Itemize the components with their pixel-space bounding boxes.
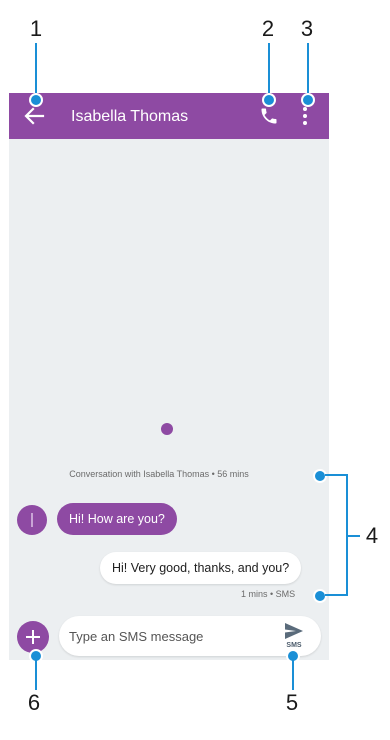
- callout-dot-4a: [313, 469, 327, 483]
- contact-name: Isabella Thomas: [71, 108, 189, 125]
- outgoing-message[interactable]: Hi! Very good, thanks, and you?: [100, 552, 302, 584]
- callout-line-3: [307, 43, 309, 99]
- callout-number-4: 4: [365, 523, 379, 548]
- send-button[interactable]: SMS: [281, 622, 307, 650]
- callout-line-6: [35, 660, 37, 690]
- message-input[interactable]: [69, 616, 259, 656]
- callout-dot-4b: [313, 589, 327, 603]
- plus-icon-stroke: [32, 630, 34, 644]
- phone-icon[interactable]: [259, 106, 279, 126]
- attach-button[interactable]: [17, 621, 49, 653]
- messaging-screen: Isabella Thomas Conversation with Isabel…: [9, 93, 329, 660]
- app-bar: Isabella Thomas: [9, 93, 329, 139]
- callout-number-1: 1: [29, 16, 43, 41]
- conversation-indicator: [161, 423, 173, 435]
- callout-dot-2: [262, 93, 276, 107]
- callout-dot-3: [301, 93, 315, 107]
- callout-number-2: 2: [261, 16, 275, 41]
- callout-line-2: [268, 43, 270, 99]
- composer: SMS: [59, 616, 321, 656]
- message-status: 1 mins • SMS: [241, 589, 296, 599]
- send-icon: [285, 623, 303, 639]
- send-sms-label: SMS: [286, 642, 302, 649]
- conversation-info: Conversation with Isabella Thomas • 56 m…: [69, 469, 249, 479]
- callout-line-4b: [325, 594, 347, 596]
- callout-line-4: [346, 535, 360, 537]
- callout-line-4a: [325, 474, 347, 476]
- more-vert-icon[interactable]: [301, 105, 309, 127]
- contact-avatar[interactable]: [17, 505, 47, 535]
- back-arrow-icon[interactable]: [23, 106, 45, 126]
- callout-number-5: 5: [285, 690, 299, 715]
- callout-line-1: [35, 43, 37, 99]
- callout-number-3: 3: [300, 16, 314, 41]
- callout-dot-1: [29, 93, 43, 107]
- callout-line-5: [292, 660, 294, 690]
- callout-number-6: 6: [27, 690, 41, 715]
- incoming-message[interactable]: Hi! How are you?: [57, 503, 177, 535]
